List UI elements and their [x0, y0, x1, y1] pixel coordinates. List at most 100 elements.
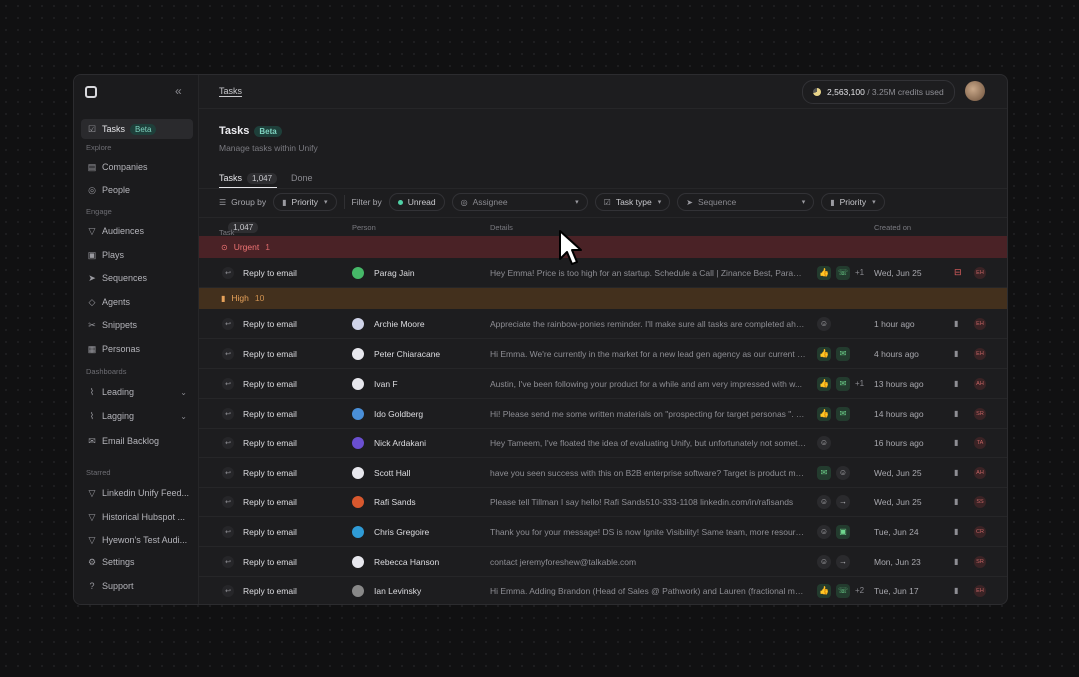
sequence-filter[interactable]: ➤ Sequence ▾ [677, 193, 815, 211]
owner-avatar[interactable]: SS [974, 487, 986, 516]
message-icon[interactable]: ✉ [836, 376, 850, 391]
sidebar-item-support[interactable]: ? Support [81, 576, 193, 596]
more-actions-count[interactable]: +1 [855, 268, 864, 277]
sidebar-item-lagging[interactable]: ⌇ Lagging ⌄ [81, 406, 193, 426]
table-row[interactable]: ↩ Reply to email Peter Chiaracane Hi Emma. … [199, 339, 1007, 369]
smile-icon[interactable]: ☺ [817, 494, 831, 509]
sidebar-item-historical-hubspot[interactable]: ▽ Historical Hubspot ... [81, 507, 193, 527]
sidebar-item-linkedin-unify-feed[interactable]: ▽ Linkedin Unify Feed... [81, 483, 193, 503]
owner-avatar[interactable]: EH [974, 258, 986, 287]
phone-icon[interactable]: ☏ [836, 265, 850, 280]
sidebar-item-settings[interactable]: ⚙ Settings [81, 552, 193, 572]
table-row[interactable]: ↩ Reply to email Scott Hall have you seen s… [199, 458, 1007, 488]
smile-icon[interactable]: ☺ [817, 554, 831, 569]
thumbs-up-icon[interactable]: 👍 [817, 406, 831, 421]
smile-icon[interactable]: ☺ [817, 524, 831, 539]
owner-avatar[interactable]: SR [974, 547, 986, 576]
owner-avatar[interactable]: TA [974, 428, 986, 457]
header-details[interactable]: Details [490, 223, 513, 232]
thumbs-up-icon[interactable]: 👍 [817, 376, 831, 391]
priority-bars-icon[interactable]: ▮ [954, 399, 958, 428]
sidebar-item-hyewon-s-test-audi[interactable]: ▽ Hyewon's Test Audi... [81, 530, 193, 550]
person-name[interactable]: Ian Levinsky [374, 576, 421, 604]
smile-icon[interactable]: ☺ [817, 316, 831, 331]
person-name[interactable]: Ivan F [374, 369, 398, 398]
owner-avatar[interactable]: EH [974, 339, 986, 368]
phone-icon[interactable]: ☏ [836, 583, 850, 598]
group-header-high[interactable]: ▮ High 10 [199, 287, 1007, 309]
person-name[interactable]: Ido Goldberg [374, 399, 423, 428]
table-row[interactable]: ↩ Reply to email Parag Jain Hey Emma! Price… [199, 258, 1007, 288]
owner-avatar[interactable]: EH [974, 309, 986, 338]
credits-indicator[interactable]: 2,563,100 / 3.25M credits used [802, 80, 955, 104]
task-type-filter[interactable]: ☑ Task type ▾ [594, 193, 671, 211]
priority-bars-icon[interactable]: ▮ [954, 547, 958, 576]
sidebar-item-tasks[interactable]: ☑ Tasks Beta [81, 119, 193, 139]
priority-bars-icon[interactable]: ▮ [954, 576, 958, 604]
person-name[interactable]: Nick Ardakani [374, 428, 426, 457]
table-row[interactable]: ↩ Reply to email Ivan F Austin, I've been f… [199, 369, 1007, 399]
header-person[interactable]: Person [352, 223, 376, 232]
sidebar-item-audiences[interactable]: ▽ Audiences [81, 221, 193, 241]
sidebar-item-agents[interactable]: ◇ Agents [81, 292, 193, 312]
forward-icon[interactable]: → [836, 494, 850, 509]
table-row[interactable]: ↩ Reply to email Archie Moore Appreciate th… [199, 309, 1007, 339]
table-row[interactable]: ↩ Reply to email Ido Goldberg Hi! Please se… [199, 399, 1007, 429]
person-name[interactable]: Peter Chiaracane [374, 339, 440, 368]
unread-filter[interactable]: Unread [388, 193, 445, 211]
urgent-icon[interactable]: ⊟ [954, 258, 962, 287]
user-avatar[interactable] [965, 81, 985, 101]
owner-avatar[interactable]: EH [974, 576, 986, 604]
sidebar-item-plays[interactable]: ▣ Plays [81, 245, 193, 265]
calendar-icon[interactable]: ▣ [836, 524, 850, 539]
table-row[interactable]: ↩ Reply to email Chris Gregoire Thank you f… [199, 517, 1007, 547]
priority-filter[interactable]: ▮ Priority ▾ [821, 193, 885, 211]
group-header-urgent[interactable]: ⊙ Urgent 1 [199, 236, 1007, 258]
thumbs-up-icon[interactable]: 👍 [817, 346, 831, 361]
sidebar-item-snippets[interactable]: ✂ Snippets [81, 315, 193, 335]
sidebar-item-personas[interactable]: ▦ Personas [81, 339, 193, 359]
priority-bars-icon[interactable]: ▮ [954, 369, 958, 398]
more-actions-count[interactable]: +1 [855, 379, 864, 388]
assignee-filter[interactable]: ◎ Assignee ▾ [451, 193, 588, 211]
group-by-select[interactable]: ▮ Priority ▾ [273, 193, 337, 211]
person-name[interactable]: Scott Hall [374, 458, 410, 487]
priority-bars-icon[interactable]: ▮ [954, 309, 958, 338]
header-task[interactable]: Task 1,047 [219, 222, 259, 237]
person-name[interactable]: Chris Gregoire [374, 517, 429, 546]
sidebar-item-people[interactable]: ◎ People [81, 180, 193, 200]
person-name[interactable]: Rebecca Hanson [374, 547, 439, 576]
header-created[interactable]: Created on [874, 223, 911, 232]
tab-tasks[interactable]: Tasks 1,047 [219, 169, 278, 188]
person-name[interactable]: Archie Moore [374, 309, 425, 338]
table-row[interactable]: ↩ Reply to email Nick Ardakani Hey Tameem, … [199, 428, 1007, 458]
tab-done[interactable]: Done [291, 169, 313, 187]
priority-bars-icon[interactable]: ▮ [954, 458, 958, 487]
chevron-down-icon[interactable]: ⌄ [180, 412, 187, 421]
table-row[interactable]: ↩ Reply to email Ian Levinsky Hi Emma. Addi… [199, 576, 1007, 604]
sidebar-item-leading[interactable]: ⌇ Leading ⌄ [81, 382, 193, 402]
person-name[interactable]: Parag Jain [374, 258, 415, 287]
table-row[interactable]: ↩ Reply to email Rafi Sands Please tell Til… [199, 487, 1007, 517]
chevron-down-icon[interactable]: ⌄ [180, 388, 187, 397]
priority-bars-icon[interactable]: ▮ [954, 487, 958, 516]
more-actions-count[interactable]: +2 [855, 586, 864, 595]
smile-icon[interactable]: ☺ [836, 465, 850, 480]
smile-icon[interactable]: ☺ [817, 435, 831, 450]
sidebar-item-companies[interactable]: ▤ Companies [81, 157, 193, 177]
owner-avatar[interactable]: SR [974, 399, 986, 428]
table-row[interactable]: ↩ Reply to email Rebecca Hanson contact jer… [199, 547, 1007, 577]
breadcrumb[interactable]: Tasks [219, 86, 242, 96]
priority-bars-icon[interactable]: ▮ [954, 339, 958, 368]
owner-avatar[interactable]: AH [974, 458, 986, 487]
forward-icon[interactable]: → [836, 554, 850, 569]
thumbs-up-icon[interactable]: 👍 [817, 583, 831, 598]
sidebar-item-sequences[interactable]: ➤ Sequences [81, 268, 193, 288]
owner-avatar[interactable]: AH [974, 369, 986, 398]
person-name[interactable]: Rafi Sands [374, 487, 416, 516]
message-icon[interactable]: ✉ [817, 465, 831, 480]
message-icon[interactable]: ✉ [836, 406, 850, 421]
thumbs-up-icon[interactable]: 👍 [817, 265, 831, 280]
message-icon[interactable]: ✉ [836, 346, 850, 361]
owner-avatar[interactable]: CR [974, 517, 986, 546]
